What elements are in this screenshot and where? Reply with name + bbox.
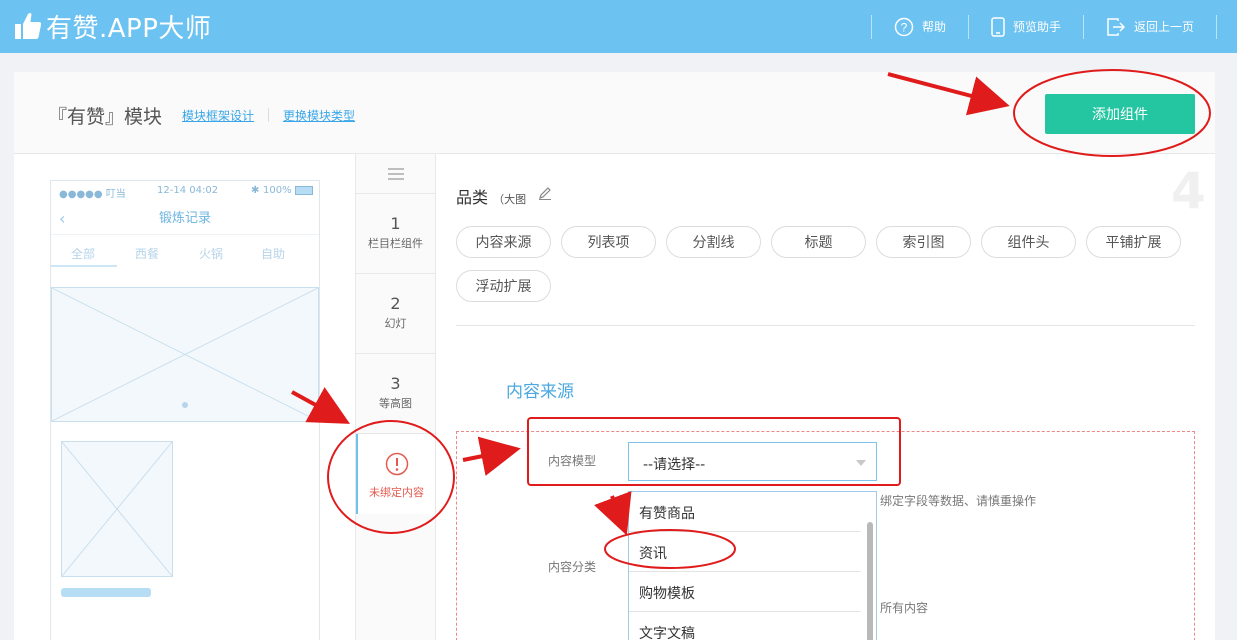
add-component-button[interactable]: 添加组件 (1045, 94, 1195, 134)
svg-text:?: ? (901, 20, 908, 34)
content-model-dropdown: 有赞商品 资讯 购物模板 文字文稿 (628, 491, 877, 640)
phone-status-bar: ●●●●● 叮当 12-14 04:02 ✱ 100% (51, 181, 319, 201)
phone-nav-title: 锻炼记录 (51, 203, 319, 235)
help-label: 帮助 (921, 20, 946, 34)
change-module-type-link[interactable]: 更换模块类型 (283, 107, 355, 124)
placeholder-cross-icon (51, 287, 319, 422)
option-text-document[interactable]: 文字文稿 (629, 612, 861, 640)
thumbnail-placeholder-image (61, 441, 173, 577)
content-category-label: 内容分类 (548, 560, 597, 574)
exit-icon (1107, 17, 1126, 36)
chip-divider[interactable]: 分割线 (666, 226, 761, 258)
go-back-button[interactable]: 返回上一页 (1084, 17, 1216, 37)
phone-tab-hotpot[interactable]: 火锅 (199, 245, 223, 262)
go-back-label: 返回上一页 (1133, 20, 1194, 34)
category-title: 品类 （大图 (456, 184, 526, 208)
preview-helper-button[interactable]: 预览助手 (969, 16, 1083, 37)
phone-preview: ●●●●● 叮当 12-14 04:02 ✱ 100% 锻炼记录 ‹ 全部 西餐… (50, 180, 320, 640)
bluetooth-icon: ✱ (251, 185, 260, 196)
content-model-value: --请选择-- (643, 457, 706, 473)
helper-text-warning: 绑定字段等数据、请慎重操作 (880, 494, 1037, 508)
phone-icon (991, 16, 1005, 37)
unbound-label: 未绑定内容 (369, 486, 424, 499)
brand-logo[interactable]: 有赞.APP大师 (14, 8, 211, 44)
card-header: 『有赞』模块 模块框架设计 更换模块类型 添加组件 (14, 72, 1215, 154)
dropdown-scrollbar[interactable] (867, 522, 873, 640)
section-title: 内容来源 (506, 382, 574, 402)
component-item-unbound[interactable]: 未绑定内容 (356, 434, 435, 514)
main-card: 『有赞』模块 模块框架设计 更换模块类型 添加组件 ●●●●● 叮当 12-14… (14, 72, 1215, 640)
help-button[interactable]: ? 帮助 (872, 17, 968, 37)
text-placeholder-bar (61, 588, 151, 597)
category-subtitle: （大图 (493, 193, 527, 206)
top-bar: 有赞.APP大师 ? 帮助 预览助手 返回上一页 (0, 0, 1237, 53)
phone-tab-all[interactable]: 全部 (71, 245, 95, 262)
component-label: 栏目栏组件 (368, 237, 423, 250)
chevron-down-icon (856, 460, 866, 466)
thumbs-up-icon (15, 13, 42, 39)
phone-tab-western[interactable]: 西餐 (135, 245, 159, 262)
option-youzan-goods[interactable]: 有赞商品 (629, 492, 861, 532)
nav-separator (1216, 14, 1217, 39)
header-divider (268, 108, 269, 122)
component-number: 1 (390, 214, 401, 233)
option-shopping-template[interactable]: 购物模板 (629, 572, 861, 612)
content-model-label: 内容模型 (548, 454, 597, 468)
page-title: 『有赞』模块 (48, 106, 163, 128)
back-chevron-icon[interactable]: ‹ (59, 203, 65, 235)
chip-tile-expand[interactable]: 平铺扩展 (1086, 226, 1181, 258)
component-list: 1 栏目栏组件 2 幻灯 3 等高图 未绑定内容 (355, 154, 436, 640)
chip-heading[interactable]: 标题 (771, 226, 866, 258)
chip-list-item[interactable]: 列表项 (561, 226, 656, 258)
component-number: 2 (390, 294, 401, 313)
helper-text-all: 所有内容 (880, 601, 929, 615)
chip-component-header[interactable]: 组件头 (981, 226, 1076, 258)
chip-index-image[interactable]: 索引图 (876, 226, 971, 258)
component-item-2[interactable]: 2 幻灯 (356, 274, 435, 354)
config-panel: 4 品类 （大图 内容来源 列表项 分割线 标题 索引图 组件头 平铺扩展 浮动… (436, 154, 1215, 640)
component-label: 幻灯 (384, 317, 407, 330)
component-item-1[interactable]: 1 栏目栏组件 (356, 194, 435, 274)
status-time: 12-14 04:02 (157, 185, 219, 196)
section-divider (456, 325, 1195, 326)
status-battery: 100% (263, 185, 292, 196)
option-news[interactable]: 资讯 (629, 532, 861, 572)
menu-icon[interactable] (356, 154, 435, 194)
component-number: 3 (390, 374, 401, 393)
chip-float-expand[interactable]: 浮动扩展 (456, 270, 551, 302)
phone-tab-indicator (51, 265, 117, 267)
content-model-select[interactable]: --请选择-- (628, 442, 877, 481)
warning-icon (385, 452, 408, 476)
component-label: 等高图 (379, 397, 412, 410)
edit-pencil-icon[interactable] (538, 186, 552, 200)
component-item-3[interactable]: 3 等高图 (356, 354, 435, 434)
phone-tab-buffet[interactable]: 自助 (261, 245, 285, 262)
top-nav: ? 帮助 预览助手 返回上一页 (870, 0, 1237, 53)
banner-placeholder-image (51, 287, 319, 422)
brand-name: 有赞.APP大师 (46, 13, 212, 44)
battery-icon (295, 186, 313, 195)
placeholder-cross-icon (61, 441, 173, 577)
help-icon: ? (894, 17, 914, 36)
phone-tabs: 全部 西餐 火锅 自助 (51, 237, 319, 267)
preview-helper-label: 预览助手 (1012, 20, 1061, 34)
chip-content-source[interactable]: 内容来源 (456, 226, 551, 258)
module-frame-design-link[interactable]: 模块框架设计 (182, 107, 254, 124)
watermark-number: 4 (1171, 162, 1206, 220)
status-carrier: ●●●●● 叮当 (59, 189, 126, 200)
category-title-text: 品类 (456, 188, 489, 207)
